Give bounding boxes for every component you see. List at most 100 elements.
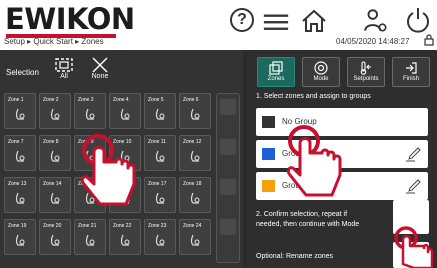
close-icon <box>92 57 108 73</box>
user-settings-icon[interactable] <box>362 7 390 35</box>
zone-label: Zone 12 <box>183 139 202 145</box>
optional-instruction: Optional: Rename zones <box>256 253 334 260</box>
heater-icon <box>155 108 165 120</box>
zone-tile[interactable]: Zone 19 <box>4 219 36 255</box>
tab-zones-label: Zones <box>267 76 285 82</box>
heater-icon <box>155 234 165 246</box>
header: EWIKON ? Setup ▸ Quick Start ▸ Zones 04/… <box>0 0 437 50</box>
confirm-selection-button[interactable] <box>393 200 429 234</box>
heater-icon <box>50 192 60 204</box>
zone-tile[interactable]: Zone 3 <box>74 93 106 129</box>
heater-icon <box>190 234 200 246</box>
zone-label: Zone 21 <box>78 223 97 229</box>
zone-tile[interactable]: Zone 5 <box>144 93 176 129</box>
zone-scroll-column[interactable] <box>216 93 240 263</box>
tab-zones[interactable]: Zones <box>257 57 295 87</box>
zone-tile[interactable]: Zone 21 <box>74 219 106 255</box>
group-1[interactable]: Group 1 <box>256 140 428 168</box>
select-all-icon <box>55 58 73 72</box>
edit-icon[interactable] <box>406 146 422 162</box>
tab-finish[interactable]: Finish <box>392 57 430 87</box>
zone-label: Zone 13 <box>8 181 27 187</box>
zone-tile[interactable]: Zone 12 <box>179 135 211 171</box>
rename-zones-button[interactable] <box>393 242 429 268</box>
select-all-button[interactable]: All <box>46 55 82 85</box>
zone-label: Zone 16 <box>113 181 132 187</box>
step2-instruction: 2. Confirm selection, repeat if <box>256 211 348 218</box>
edit-icon[interactable] <box>406 178 422 194</box>
heater-icon <box>85 234 95 246</box>
zone-tile[interactable]: Zone 14 <box>39 177 71 213</box>
zone-tile[interactable]: Zone 2 <box>39 93 71 129</box>
tab-mode[interactable]: Mode <box>302 57 340 87</box>
zone-label: Zone 15 <box>78 181 97 187</box>
step2-instruction-cont: needed, then continue with Mode <box>256 221 360 228</box>
heater-icon <box>155 150 165 162</box>
logo: EWIKON <box>5 2 135 36</box>
zone-tile[interactable]: Zone 11 <box>144 135 176 171</box>
heater-icon <box>85 192 95 204</box>
scroll-slot[interactable] <box>220 179 236 195</box>
tab-setpoints[interactable]: Setpoints <box>347 57 385 87</box>
zone-tile[interactable]: Zone 13 <box>4 177 36 213</box>
setpoints-icon <box>360 61 371 75</box>
zone-tile[interactable]: Zone 7 <box>4 135 36 171</box>
scroll-slot[interactable] <box>220 219 236 235</box>
zone-label: Zone 6 <box>183 97 199 103</box>
zone-label: Zone 3 <box>78 97 94 103</box>
finish-icon <box>406 62 417 74</box>
select-none-button[interactable]: None <box>82 55 118 85</box>
zone-tile[interactable]: Zone 9 <box>74 135 106 171</box>
zone-label: Zone 17 <box>148 181 167 187</box>
zone-label: Zone 1 <box>8 97 24 103</box>
zone-tile[interactable]: Zone 15 <box>74 177 106 213</box>
zone-label: Zone 5 <box>148 97 164 103</box>
lock-icon[interactable] <box>424 34 434 46</box>
group-label: Group 2 <box>282 181 311 190</box>
heater-icon <box>190 192 200 204</box>
heater-icon <box>120 108 130 120</box>
heater-icon <box>120 234 130 246</box>
zone-tile[interactable]: Zone 17 <box>144 177 176 213</box>
tab-finish-label: Finish <box>402 76 419 82</box>
zone-tile[interactable]: Zone 8 <box>39 135 71 171</box>
heater-icon <box>15 150 25 162</box>
group-color-swatch <box>262 148 275 160</box>
scroll-slot[interactable] <box>220 99 236 115</box>
heater-icon <box>85 150 95 162</box>
zone-tile[interactable]: Zone 4 <box>109 93 141 129</box>
step1-instruction: 1. Select zones and assign to groups <box>256 93 371 100</box>
zone-tile[interactable]: Zone 10 <box>109 135 141 171</box>
zone-tile[interactable]: Zone 1 <box>4 93 36 129</box>
menu-icon[interactable] <box>262 8 290 36</box>
zone-tile[interactable]: Zone 22 <box>109 219 141 255</box>
tab-mode-label: Mode <box>313 76 329 82</box>
mode-icon <box>314 61 328 75</box>
group-label: No Group <box>282 117 317 126</box>
scroll-slot[interactable] <box>220 139 236 155</box>
heater-icon <box>50 150 60 162</box>
help-icon[interactable]: ? <box>230 8 254 32</box>
power-icon[interactable] <box>404 6 432 34</box>
group-no-group[interactable]: No Group <box>256 108 428 136</box>
zone-tile[interactable]: Zone 20 <box>39 219 71 255</box>
app-window: EWIKON ? Setup ▸ Quick Start ▸ Zones 04/… <box>0 0 437 268</box>
datetime: 04/05/2020 14:48:27 <box>336 37 410 46</box>
heater-icon <box>15 192 25 204</box>
zone-tile[interactable]: Zone 18 <box>179 177 211 213</box>
heater-icon <box>50 234 60 246</box>
zone-label: Zone 14 <box>43 181 62 187</box>
heater-icon <box>190 108 200 120</box>
zone-label: Zone 11 <box>148 139 166 145</box>
zone-label: Zone 19 <box>8 223 27 229</box>
zone-tile[interactable]: Zone 16 <box>109 177 141 213</box>
zone-tile[interactable]: Zone 23 <box>144 219 176 255</box>
zone-tile[interactable]: Zone 24 <box>179 219 211 255</box>
group-2[interactable]: Group 2 <box>256 172 428 200</box>
zone-label: Zone 23 <box>148 223 167 229</box>
home-icon[interactable] <box>300 7 328 35</box>
zone-label: Zone 8 <box>43 139 59 145</box>
zone-label: Zone 2 <box>43 97 59 103</box>
zone-tile[interactable]: Zone 6 <box>179 93 211 129</box>
group-color-swatch <box>262 116 275 128</box>
